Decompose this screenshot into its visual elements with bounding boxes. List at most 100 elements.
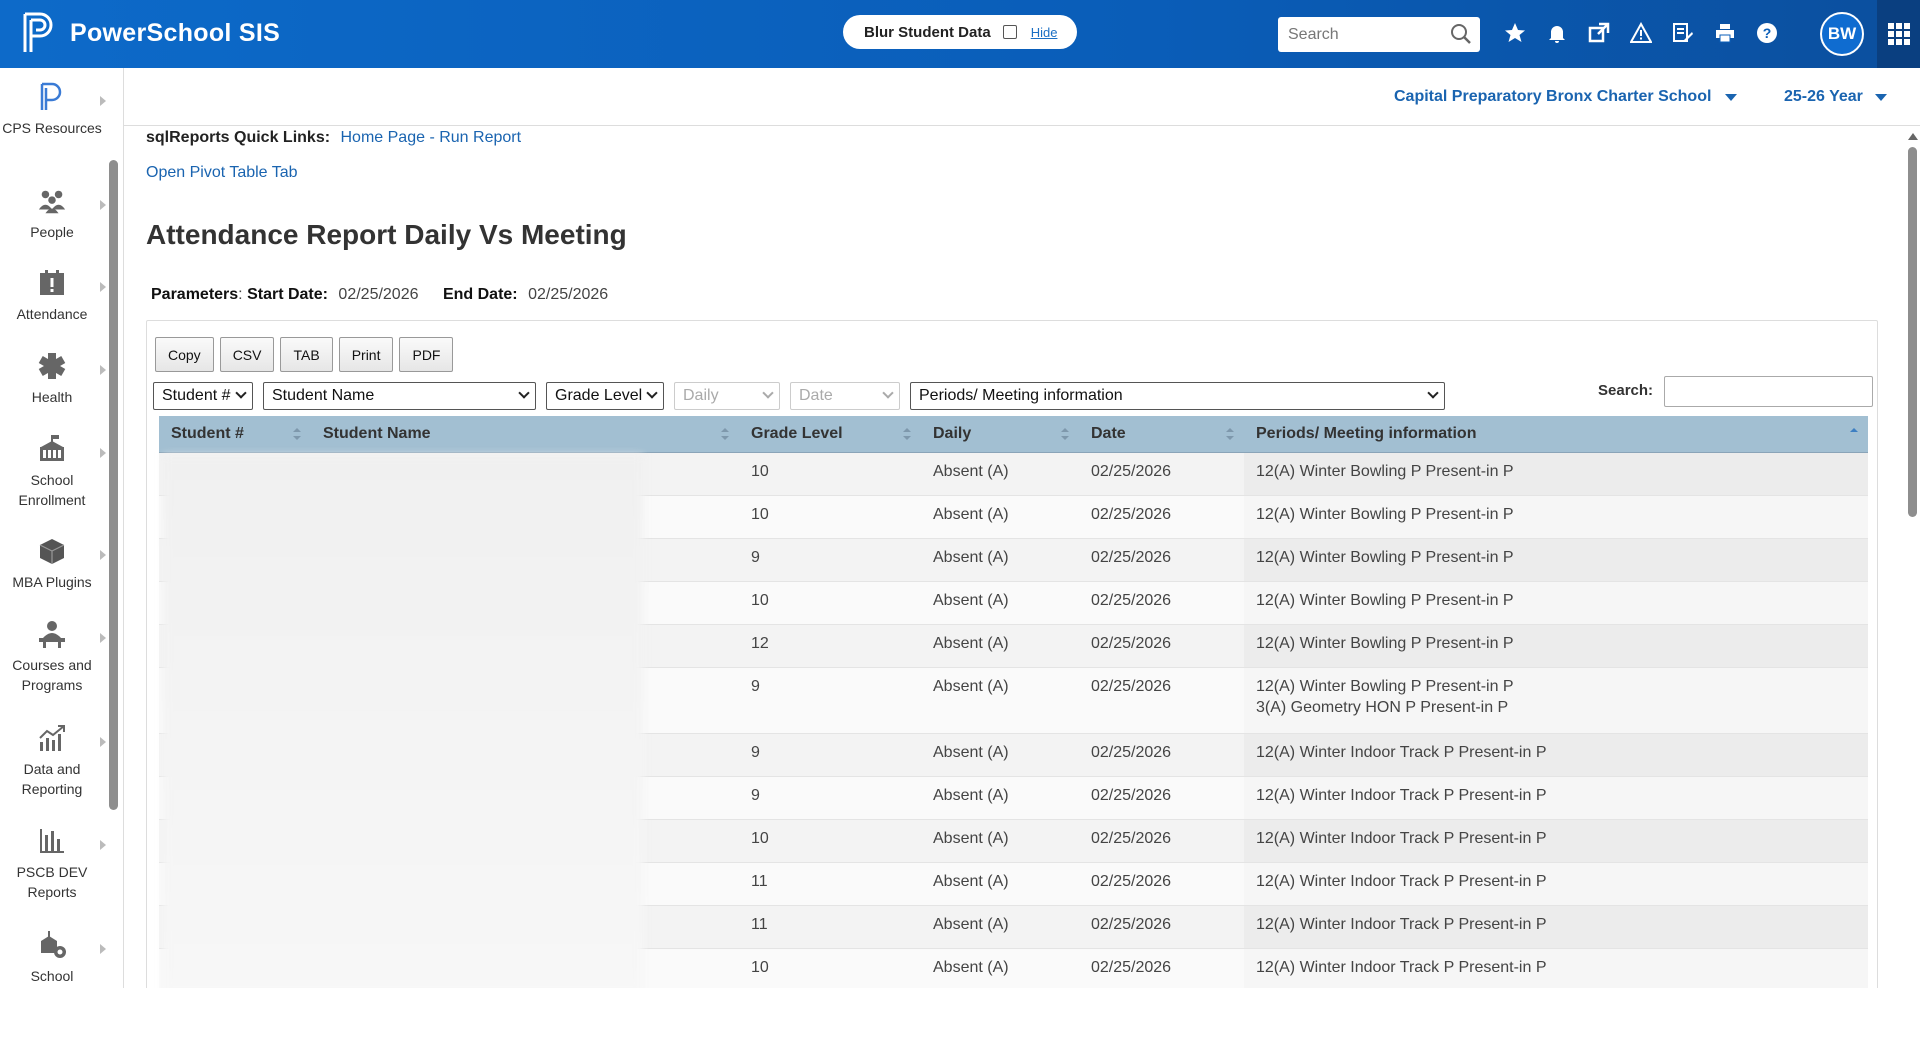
printer-icon[interactable]	[1710, 18, 1740, 48]
favorites-star-icon[interactable]	[1500, 18, 1530, 48]
col-header-student-num[interactable]: Student #	[159, 416, 311, 453]
notifications-bell-icon[interactable]	[1542, 18, 1572, 48]
blur-student-data-control: Blur Student Data Hide	[843, 15, 1077, 49]
blur-checkbox[interactable]	[1002, 25, 1017, 39]
nav-label: Courses and Programs	[12, 657, 92, 693]
year-selector[interactable]: 25-26 Year	[1784, 88, 1887, 106]
quick-links: sqlReports Quick Links: Home Page - Run …	[146, 129, 521, 147]
global-search-input[interactable]: Search	[1278, 17, 1480, 52]
quick-links-home-run-report[interactable]: Home Page - Run Report	[341, 129, 522, 146]
svg-text:?: ?	[1763, 25, 1772, 41]
nav-label: Attendance	[16, 306, 88, 322]
nav-label: MBA Plugins	[12, 574, 92, 590]
nav-item-school[interactable]: School	[0, 930, 106, 986]
grade-level-filter[interactable]: Grade Level	[546, 382, 664, 410]
periods-filter[interactable]: Periods/ Meeting information	[910, 382, 1445, 410]
hide-link[interactable]: Hide	[1031, 25, 1058, 40]
tab-button[interactable]: TAB	[280, 337, 333, 372]
top-bar: PowerSchool SIS Blur Student Data Hide S…	[0, 0, 1920, 68]
nav-label: Health	[31, 389, 73, 405]
powerschool-p-icon	[37, 82, 67, 112]
attendance-icon	[37, 268, 67, 298]
sort-icon	[293, 425, 301, 443]
csv-button[interactable]: CSV	[219, 337, 275, 372]
start-date-value: 02/25/2026	[338, 286, 419, 303]
alert-triangle-icon[interactable]	[1626, 18, 1656, 48]
cube-icon	[37, 536, 67, 566]
sort-icon	[1061, 425, 1069, 443]
top-icon-bar: ?	[1500, 18, 1782, 48]
nav-item-mba-plugins[interactable]: MBA Plugins	[0, 536, 106, 592]
print-button[interactable]: Print	[338, 337, 394, 372]
params-label: Parameters	[151, 286, 239, 303]
col-header-grade-level[interactable]: Grade Level	[739, 416, 921, 453]
search-placeholder: Search	[1288, 25, 1339, 43]
user-avatar[interactable]: BW	[1820, 12, 1864, 56]
school-settings-icon	[37, 930, 67, 960]
nav-label: School	[30, 968, 74, 984]
copy-button[interactable]: Copy	[155, 337, 214, 372]
col-header-date[interactable]: Date	[1079, 416, 1244, 453]
student-name-filter[interactable]: Student Name	[263, 382, 536, 410]
student-num-filter[interactable]: Student #	[153, 382, 253, 410]
school-icon	[37, 434, 67, 464]
quick-links-label: sqlReports Quick Links:	[146, 129, 331, 146]
end-date-value: 02/25/2026	[528, 286, 609, 303]
nav-label: PSCB DEV Reports	[16, 864, 88, 900]
external-link-icon[interactable]	[1584, 18, 1614, 48]
table-search-input[interactable]	[1664, 376, 1873, 407]
nav-item-school-enrollment[interactable]: School Enrollment	[0, 434, 106, 510]
open-pivot-table-link[interactable]: Open Pivot Table Tab	[146, 164, 298, 182]
left-nav-scrollbar[interactable]	[107, 140, 119, 1052]
nav-item-attendance[interactable]: Attendance	[0, 268, 106, 324]
search-icon[interactable]	[1450, 23, 1472, 50]
nav-item-cps-resources[interactable]: CPS Resources	[0, 82, 106, 138]
period-line: 3(A) Geometry HON P Present-in P	[1256, 698, 1509, 716]
health-icon	[37, 351, 67, 381]
nav-label: Data and Reporting	[21, 761, 83, 797]
scroll-up-icon[interactable]	[1908, 133, 1918, 140]
scrollbar-thumb[interactable]	[1908, 147, 1917, 517]
blurred-student-data	[163, 455, 643, 988]
export-buttons: Copy CSV TAB Print PDF	[155, 337, 454, 372]
nav-item-data-and-reporting[interactable]: Data and Reporting	[0, 723, 106, 799]
sort-icon	[721, 425, 729, 443]
app-logo[interactable]: PowerSchool SIS	[22, 12, 280, 54]
edit-document-icon[interactable]	[1668, 18, 1698, 48]
pdf-button[interactable]: PDF	[399, 337, 454, 372]
end-date-label: End Date:	[442, 286, 518, 303]
caret-down-icon	[1874, 93, 1887, 101]
powerschool-logo-icon	[22, 12, 60, 54]
year-label: 25-26 Year	[1784, 88, 1863, 105]
teacher-icon	[37, 619, 67, 649]
daily-filter[interactable]: Daily	[674, 382, 780, 410]
parameters: Parameters: Start Date: 02/25/2026 End D…	[151, 286, 609, 303]
date-filter[interactable]: Date	[790, 382, 900, 410]
col-header-student-name[interactable]: Student Name	[311, 416, 739, 453]
nav-item-people[interactable]: People	[0, 186, 106, 242]
blur-label: Blur Student Data	[864, 23, 991, 41]
app-grid-icon[interactable]	[1877, 0, 1920, 68]
col-header-periods[interactable]: Periods/ Meeting information	[1244, 416, 1868, 453]
nav-item-health[interactable]: Health	[0, 351, 106, 407]
school-selector[interactable]: Capital Preparatory Bronx Charter School	[1394, 88, 1738, 106]
sort-asc-icon	[1850, 425, 1858, 443]
nav-label: People	[30, 224, 74, 240]
start-date-label: Start Date:	[247, 286, 328, 303]
col-header-daily[interactable]: Daily	[921, 416, 1079, 453]
caret-down-icon	[1725, 93, 1738, 101]
bar-chart-icon	[37, 826, 67, 856]
people-icon	[37, 186, 67, 216]
report-panel: Copy CSV TAB Print PDF Student # Student…	[146, 320, 1878, 988]
sort-icon	[903, 425, 911, 443]
help-icon[interactable]: ?	[1752, 18, 1782, 48]
app-name: PowerSchool SIS	[70, 18, 281, 47]
nav-label: School Enrollment	[18, 472, 86, 508]
sort-icon	[1226, 425, 1234, 443]
main-scrollbar[interactable]	[1904, 127, 1920, 988]
nav-item-courses-and-programs[interactable]: Courses and Programs	[0, 619, 106, 695]
period-line: 12(A) Winter Bowling P Present-in P	[1256, 677, 1514, 695]
table-search-label: Search:	[1598, 382, 1654, 399]
left-navigation: CPS Resources People Attendance Health S…	[0, 68, 124, 988]
nav-item-pscb-dev-reports[interactable]: PSCB DEV Reports	[0, 826, 106, 902]
